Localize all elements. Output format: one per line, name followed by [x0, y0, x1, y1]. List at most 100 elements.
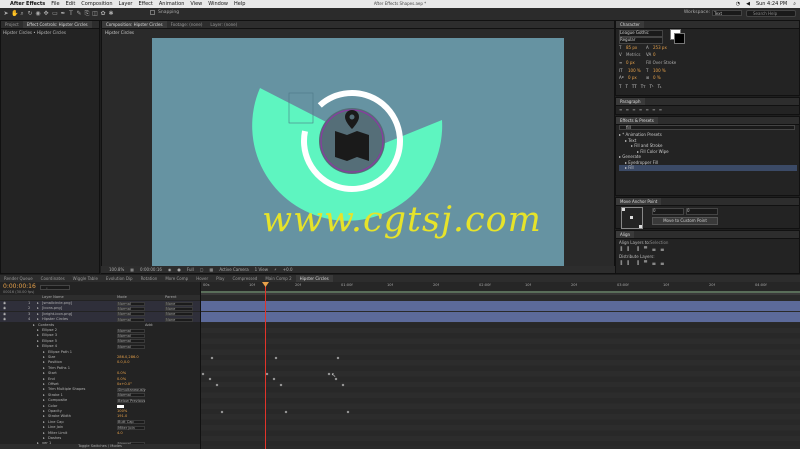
timeline-search-input[interactable]: ⌕	[40, 285, 70, 290]
expand-triangle-icon[interactable]: ▸	[43, 404, 45, 409]
expand-triangle-icon[interactable]: ▸	[37, 333, 39, 338]
volume-icon[interactable]: ◀	[746, 1, 750, 7]
property-row[interactable]: ▸ Trim Paths 1	[0, 366, 200, 371]
visibility-eye-icon[interactable]: ◉	[3, 312, 6, 317]
fast-preview-icon[interactable]: ⚡	[274, 267, 277, 272]
align-buttons[interactable]: ▐ ▌ ▐ ▀ ▄ ▄	[619, 246, 666, 251]
tab-align[interactable]: Align	[616, 231, 635, 238]
all-caps-button[interactable]: TT	[632, 84, 637, 89]
exposure-value[interactable]: +0.0	[283, 267, 293, 272]
timeline-tab[interactable]: Wiggle Table	[69, 275, 102, 282]
time-ruler[interactable]: 00s 10f 20f 01:00f 10f 20f 02:00f 10f 20f 03:00f 1…	[201, 282, 800, 291]
layer-row[interactable]: 1 ◉ ▸ [smallcircle.png] Normal None	[0, 301, 200, 306]
property-track[interactable]	[201, 349, 800, 355]
expand-triangle-icon[interactable]: ▸	[37, 317, 39, 322]
stroke-color-swatch[interactable]	[674, 33, 685, 44]
timeline-tab[interactable]: Evolution Dip	[102, 275, 137, 282]
property-track[interactable]	[201, 425, 800, 431]
property-value[interactable]: 0.0,0.0	[117, 360, 130, 365]
pan-behind-tool-icon[interactable]: ✥	[43, 10, 49, 17]
stroke-width-value[interactable]: 0 px	[626, 60, 635, 65]
expand-triangle-icon[interactable]: ▸	[37, 328, 39, 333]
comp-mini-tab[interactable]: Hipster Circles	[102, 29, 614, 36]
expand-triangle-icon[interactable]: ▸	[37, 306, 39, 311]
property-row[interactable]: ▸ End 0.0%	[0, 377, 200, 382]
expand-triangle-icon[interactable]: ▸	[43, 393, 45, 398]
horizontal-scale-value[interactable]: 100 %	[653, 68, 666, 73]
tab-effect-controls[interactable]: Effect Controls: Hipster Circles	[22, 21, 92, 28]
property-track[interactable]	[201, 376, 800, 382]
expand-triangle-icon[interactable]: ▸	[37, 301, 39, 306]
property-track[interactable]	[201, 338, 800, 344]
region-of-interest-icon[interactable]: ▢	[200, 267, 204, 272]
eraser-tool-icon[interactable]: ◫	[92, 10, 98, 17]
effects-search-input[interactable]: fill	[619, 125, 795, 130]
menu-layer[interactable]: Layer	[119, 1, 133, 7]
col-mode[interactable]: Mode	[117, 295, 127, 300]
property-track[interactable]	[201, 355, 800, 360]
layer-track-bar[interactable]	[201, 301, 800, 306]
work-area-range[interactable]	[201, 291, 800, 293]
keyframe-icon[interactable]	[220, 410, 224, 413]
zoom-tool-icon[interactable]: ⌕	[19, 10, 25, 17]
expand-triangle-icon[interactable]: ▸	[43, 360, 45, 365]
timeline-tab[interactable]: More Comp	[161, 275, 192, 282]
property-track[interactable]	[201, 382, 800, 387]
expand-triangle-icon[interactable]: ▸	[43, 382, 45, 387]
property-track[interactable]	[201, 398, 800, 404]
expand-triangle-icon[interactable]: ▸	[43, 377, 45, 382]
menu-edit[interactable]: Edit	[66, 1, 76, 7]
keyframe-icon[interactable]	[284, 410, 288, 413]
resolution-select[interactable]: Full	[187, 267, 194, 272]
spotlight-icon[interactable]: ⌕	[793, 1, 796, 7]
tab-move-anchor[interactable]: Move Anchor Point	[616, 198, 662, 205]
selection-tool-icon[interactable]: ➤	[3, 10, 9, 17]
expand-triangle-icon[interactable]: ▸	[43, 366, 45, 371]
anchor-y-input[interactable]: 0	[686, 208, 718, 215]
anchor-bottom-right[interactable]	[639, 225, 642, 228]
property-value[interactable]	[117, 404, 124, 408]
property-row[interactable]: ▸ Miter Limit 4.0	[0, 431, 200, 436]
tab-composition[interactable]: Composition: Hipster Circles	[102, 21, 167, 28]
layer-track-bar[interactable]	[201, 317, 800, 323]
superscript-button[interactable]: T¹	[650, 84, 654, 89]
property-value[interactable]: 100%	[117, 409, 127, 414]
expand-triangle-icon[interactable]: ▸	[43, 350, 45, 355]
font-style-select[interactable]: Regular	[619, 37, 663, 44]
tab-character[interactable]: Character	[616, 21, 644, 28]
col-layer-name[interactable]: Layer Name	[42, 295, 64, 300]
keyframe-icon[interactable]	[279, 383, 283, 386]
view-layout-select[interactable]: 1 View	[255, 267, 268, 272]
property-row[interactable]: ▸ Position 0.0,0.0	[0, 360, 200, 365]
keyframe-icon[interactable]	[346, 410, 350, 413]
parent-select[interactable]: None	[165, 312, 193, 317]
visibility-eye-icon[interactable]: ◉	[3, 317, 6, 322]
property-track[interactable]	[201, 414, 800, 420]
menu-effect[interactable]: Effect	[138, 1, 152, 7]
property-track[interactable]	[201, 322, 800, 328]
keyframe-icon[interactable]	[336, 356, 340, 359]
tsume-value[interactable]: 0 %	[653, 75, 661, 80]
kerning-select[interactable]: Metrics	[626, 52, 641, 57]
tab-effects-presets[interactable]: Effects & Presets	[616, 117, 658, 124]
font-size-value[interactable]: 85 px	[626, 45, 637, 50]
parent-select[interactable]: None	[165, 306, 193, 311]
menu-file[interactable]: File	[51, 1, 59, 7]
menu-view[interactable]: View	[190, 1, 202, 7]
effects-tree-item[interactable]: ▸ Fill	[619, 165, 797, 171]
layer-track-bar[interactable]	[201, 311, 800, 317]
timeline-tab[interactable]: Compressed	[228, 275, 261, 282]
property-row[interactable]: ▸ Dashes	[0, 436, 200, 441]
property-track[interactable]	[201, 441, 800, 447]
menu-help[interactable]: Help	[234, 1, 245, 7]
workspace-select[interactable]: Text	[712, 10, 742, 16]
property-track[interactable]	[201, 392, 800, 398]
property-row[interactable]: ▸ Stroke 1 Normal	[0, 393, 200, 398]
camera-tool-icon[interactable]: ◉	[35, 10, 41, 17]
property-value[interactable]: 4.0	[117, 431, 123, 436]
mode-select[interactable]: Simultaneously	[117, 387, 146, 392]
viewer-timecode[interactable]: 0:00:00:16	[140, 267, 162, 272]
toggle-switches-modes[interactable]: Toggle Switches / Modes	[0, 444, 200, 449]
visibility-eye-icon[interactable]: ◉	[3, 301, 6, 306]
faux-italic-button[interactable]: T	[625, 84, 627, 89]
